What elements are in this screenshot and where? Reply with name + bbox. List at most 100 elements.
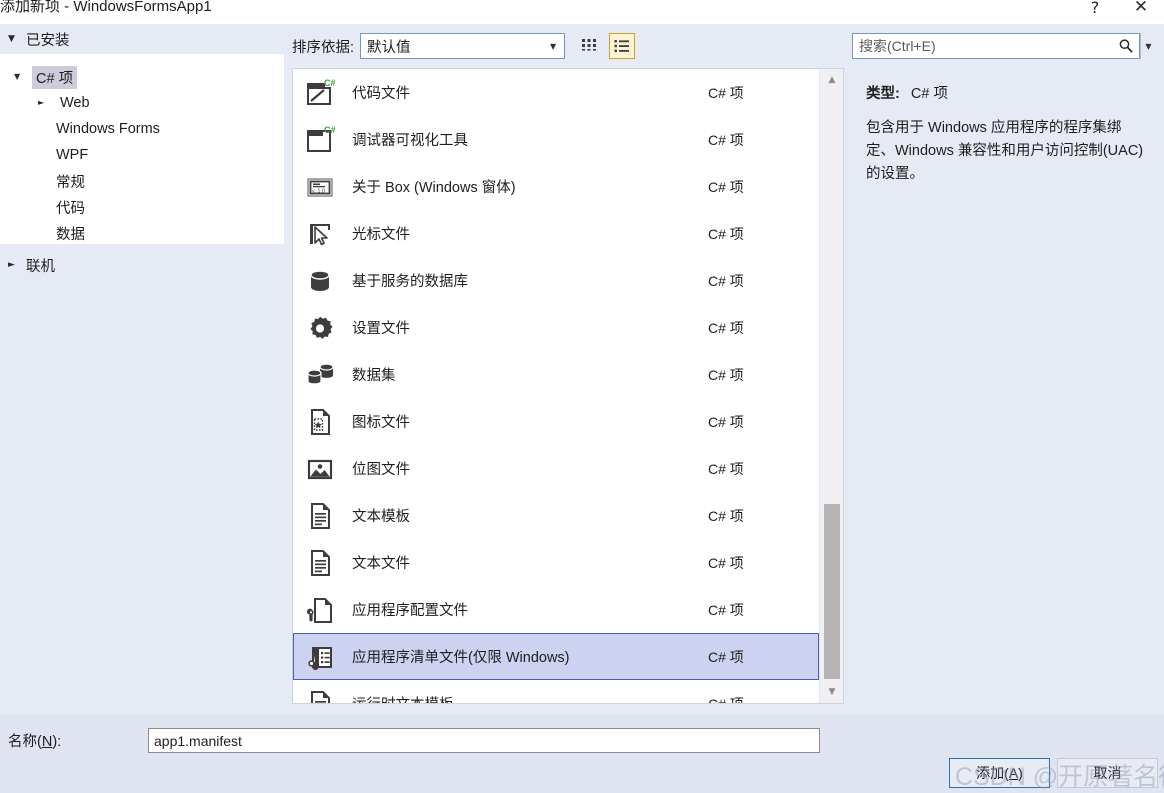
sidebar-item-wpf[interactable]: WPF bbox=[0, 142, 284, 168]
dataset-icon bbox=[302, 357, 338, 393]
cancel-button[interactable]: 取消 bbox=[1057, 758, 1158, 788]
svg-text:C#: C# bbox=[324, 78, 336, 88]
svg-text:C#: C# bbox=[324, 125, 336, 135]
dialog-footer: 名称(N): 添加(A) 取消 bbox=[0, 714, 1164, 793]
sidebar-item-label: C# 项 bbox=[32, 65, 78, 89]
name-input[interactable] bbox=[148, 728, 820, 753]
search-row: ▼ bbox=[848, 24, 1164, 68]
list-item-type: C# 项 bbox=[708, 554, 744, 571]
sidebar-item-csharp[interactable]: ▼ C# 项 bbox=[0, 64, 284, 90]
list-item[interactable]: v. 1.0 关于 Box (Windows 窗体) C# 项 bbox=[293, 163, 819, 210]
list-item[interactable]: 运行时文本模板 C# 项 bbox=[293, 680, 819, 703]
template-list: C# 代码文件 C# 项 C# 调试器可视化工具 C# 项 v. 1.0 关于 … bbox=[292, 68, 844, 704]
list-item[interactable]: 数据集 C# 项 bbox=[293, 351, 819, 398]
list-item[interactable]: C# 代码文件 C# 项 bbox=[293, 69, 819, 116]
search-options-chevron-down-icon[interactable]: ▼ bbox=[1140, 33, 1156, 59]
svg-text:v. 1.0: v. 1.0 bbox=[312, 188, 325, 194]
list-item[interactable]: 图标文件 C# 项 bbox=[293, 398, 819, 445]
csharp-visualizer-icon: C# bbox=[302, 122, 338, 158]
list-item-name: 关于 Box (Windows 窗体) bbox=[352, 180, 516, 196]
list-scrollbar[interactable]: ▲ ▼ bbox=[819, 69, 843, 703]
details-type-value: C# 项 bbox=[910, 86, 948, 102]
category-tree-panel: ▼ 已安装 ▼ C# 项 ► Web Windows Forms WPF 常规 … bbox=[0, 24, 288, 714]
list-item-type: C# 项 bbox=[708, 507, 744, 524]
scroll-up-arrow-icon[interactable]: ▲ bbox=[820, 69, 844, 91]
list-item-selected[interactable]: 应用程序清单文件(仅限 Windows) C# 项 bbox=[293, 633, 819, 680]
sidebar-item-label: 代码 bbox=[56, 200, 85, 217]
details-body: 类型: C# 项 包含用于 Windows 应用程序的程序集绑定、Windows… bbox=[848, 82, 1164, 186]
list-item-name: 图标文件 bbox=[352, 415, 410, 431]
list-item-type: C# 项 bbox=[708, 601, 744, 618]
triangle-right-icon[interactable]: ► bbox=[38, 99, 52, 107]
sidebar-item-label: WPF bbox=[56, 147, 89, 163]
installed-tree-container: ▼ C# 项 ► Web Windows Forms WPF 常规 代码 数据 bbox=[0, 54, 284, 244]
list-item-name: 代码文件 bbox=[352, 86, 410, 102]
list-item-name: 运行时文本模板 bbox=[352, 693, 708, 703]
sidebar-item-code[interactable]: 代码 bbox=[0, 194, 284, 220]
sidebar-item-general[interactable]: 常规 bbox=[0, 168, 284, 194]
list-item-name: 位图文件 bbox=[352, 462, 410, 478]
list-item[interactable]: 设置文件 C# 项 bbox=[293, 304, 819, 351]
view-toggle-group bbox=[577, 33, 636, 59]
list-item[interactable]: 光标文件 C# 项 bbox=[293, 210, 819, 257]
chevron-down-icon[interactable]: ▼ bbox=[542, 34, 564, 58]
search-icon[interactable] bbox=[1113, 34, 1139, 58]
sort-by-dropdown[interactable]: 默认值 ▼ bbox=[360, 33, 566, 59]
triangle-down-icon[interactable]: ▼ bbox=[14, 73, 28, 81]
list-item-type: C# 项 bbox=[708, 648, 744, 665]
scrollbar-thumb[interactable] bbox=[824, 504, 840, 679]
window-title: 添加新项 - WindowsFormsApp1 bbox=[0, 0, 212, 15]
sidebar-item-label: Windows Forms bbox=[56, 121, 160, 137]
sidebar-item-data[interactable]: 数据 bbox=[0, 220, 284, 246]
details-type-label: 类型: bbox=[866, 86, 900, 102]
list-item-name: 文本模板 bbox=[352, 509, 410, 525]
tree-group-installed[interactable]: ▼ 已安装 bbox=[0, 24, 288, 54]
dialog-body: ▼ 已安装 ▼ C# 项 ► Web Windows Forms WPF 常规 … bbox=[0, 24, 1164, 714]
sidebar-item-label: 常规 bbox=[56, 174, 85, 191]
close-icon[interactable]: ✕ bbox=[1118, 0, 1164, 24]
list-item[interactable]: 文本模板 C# 项 bbox=[293, 492, 819, 539]
list-item-name: 光标文件 bbox=[352, 227, 410, 243]
database-icon bbox=[302, 263, 338, 299]
template-list-scrollarea[interactable]: C# 代码文件 C# 项 C# 调试器可视化工具 C# 项 v. 1.0 关于 … bbox=[293, 69, 819, 703]
search-input[interactable] bbox=[853, 37, 1113, 55]
sidebar-item-label: 数据 bbox=[56, 226, 85, 243]
list-toolbar: 排序依据: 默认值 ▼ bbox=[288, 24, 848, 68]
help-icon[interactable]: ? bbox=[1072, 0, 1118, 24]
sort-by-label: 排序依据: bbox=[292, 39, 355, 56]
list-item[interactable]: 应用程序配置文件 C# 项 bbox=[293, 586, 819, 633]
app-manifest-file-icon bbox=[302, 639, 338, 675]
app-config-file-icon bbox=[302, 592, 338, 628]
text-file-icon bbox=[302, 545, 338, 581]
scroll-down-arrow-icon[interactable]: ▼ bbox=[820, 681, 844, 703]
search-box[interactable] bbox=[852, 33, 1140, 59]
add-button[interactable]: 添加(A) bbox=[949, 758, 1050, 788]
list-item[interactable]: C# 调试器可视化工具 C# 项 bbox=[293, 116, 819, 163]
list-item-name: 应用程序清单文件(仅限 Windows) bbox=[352, 650, 570, 666]
triangle-right-icon: ► bbox=[8, 259, 15, 270]
large-icons-view-button[interactable] bbox=[577, 33, 603, 59]
list-item-name: 设置文件 bbox=[352, 321, 410, 337]
gear-icon bbox=[302, 310, 338, 346]
sidebar-item-label: Web bbox=[60, 95, 90, 111]
list-item-type: C# 项 bbox=[708, 413, 744, 430]
details-description: 包含用于 Windows 应用程序的程序集绑定、Windows 兼容性和用户访问… bbox=[866, 120, 1144, 182]
details-type-row: 类型: C# 项 bbox=[866, 82, 1150, 103]
sidebar-item-web[interactable]: ► Web bbox=[0, 90, 284, 116]
list-view-button[interactable] bbox=[609, 33, 636, 59]
title-bar: 添加新项 - WindowsFormsApp1 ? ✕ bbox=[0, 0, 1164, 24]
details-panel: ▼ 类型: C# 项 包含用于 Windows 应用程序的程序集绑定、Windo… bbox=[848, 24, 1164, 714]
list-item[interactable]: 位图文件 C# 项 bbox=[293, 445, 819, 492]
list-item-type: C# 项 bbox=[708, 225, 744, 242]
icon-file-icon bbox=[302, 404, 338, 440]
list-item[interactable]: 文本文件 C# 项 bbox=[293, 539, 819, 586]
list-item-type: C# 项 bbox=[708, 272, 744, 289]
sort-by-value: 默认值 bbox=[367, 39, 411, 56]
tree-group-installed-label: 已安装 bbox=[26, 32, 70, 49]
tree-group-online[interactable]: ► 联机 bbox=[0, 248, 288, 282]
list-item-name: 文本文件 bbox=[352, 556, 410, 572]
list-item-type: C# 项 bbox=[708, 131, 744, 148]
bitmap-file-icon bbox=[302, 451, 338, 487]
sidebar-item-windows-forms[interactable]: Windows Forms bbox=[0, 116, 284, 142]
list-item[interactable]: 基于服务的数据库 C# 项 bbox=[293, 257, 819, 304]
